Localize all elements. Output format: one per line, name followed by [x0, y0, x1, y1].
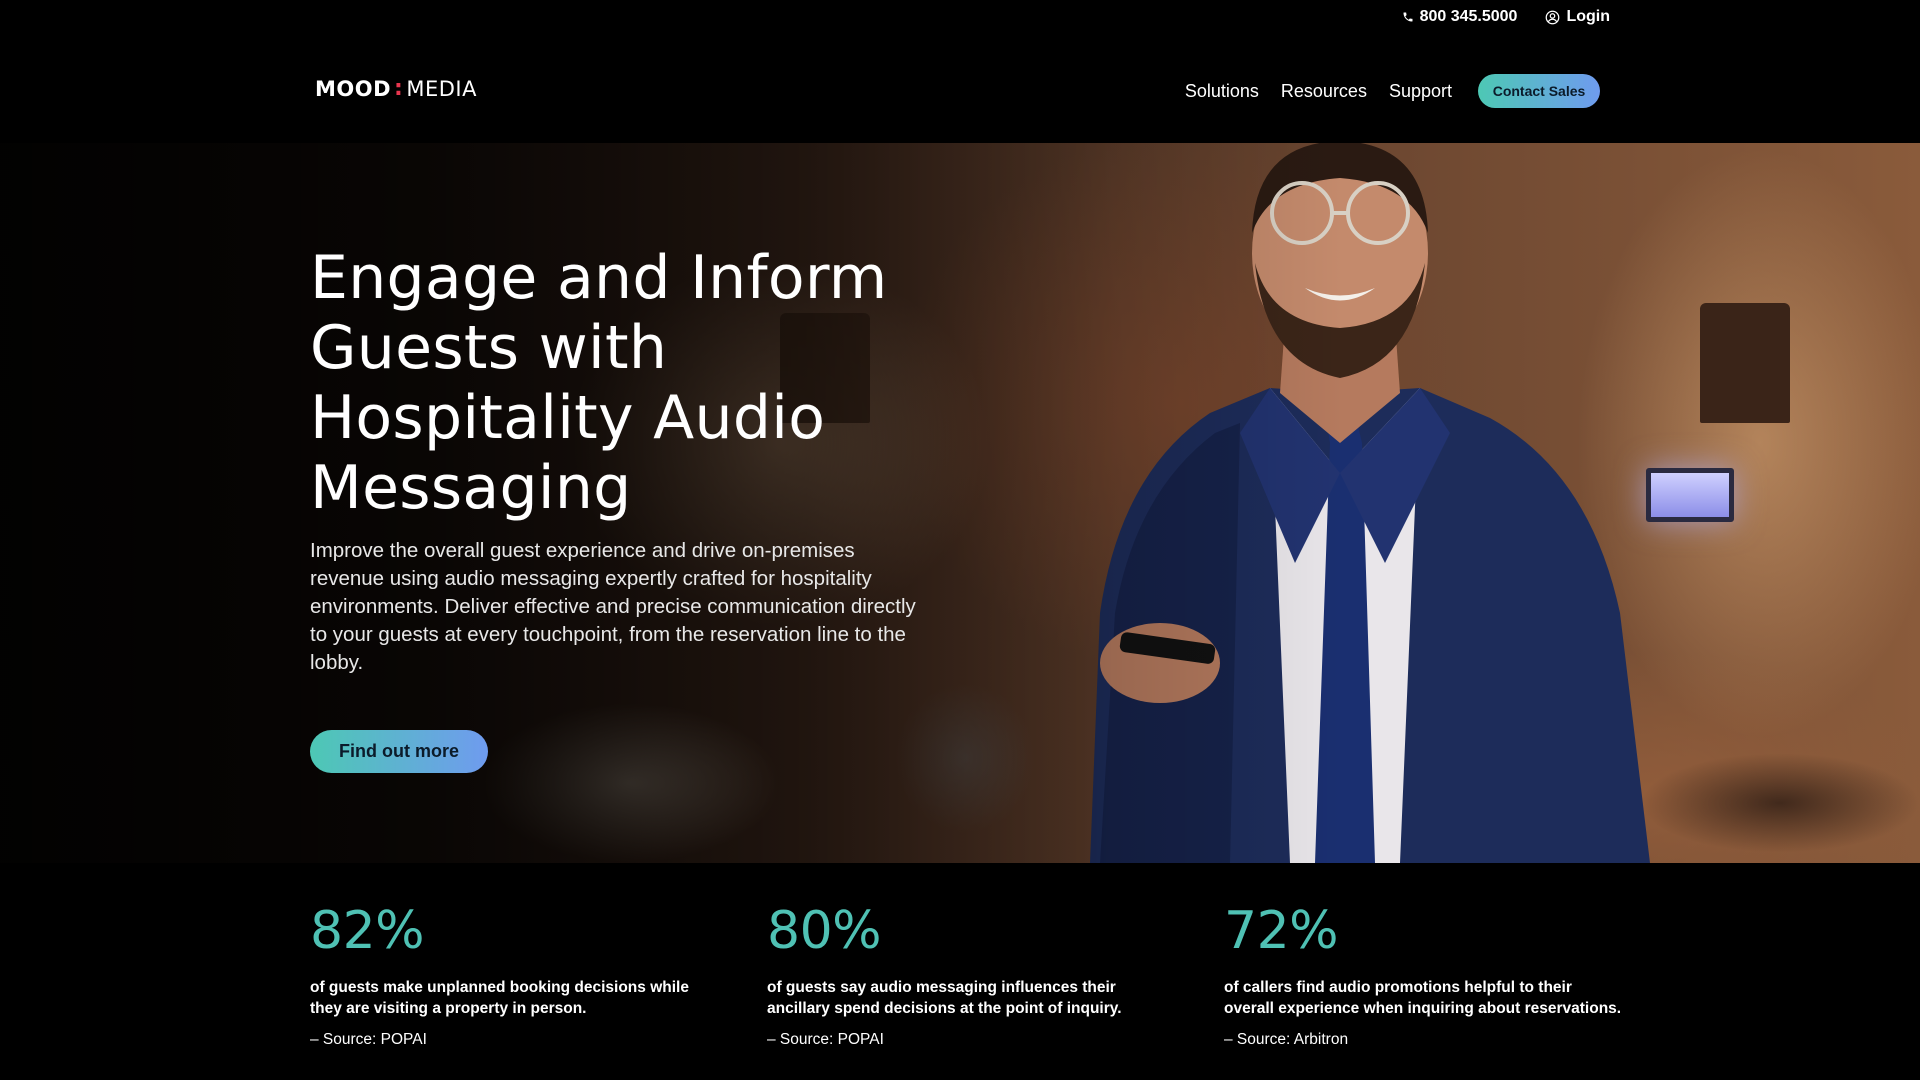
login-link[interactable]: Login: [1545, 8, 1610, 26]
site-header: MOOD : MEDIA Solutions Resources Support…: [0, 34, 1920, 143]
hero-title-line: Messaging: [310, 453, 632, 523]
nav-resources[interactable]: Resources: [1281, 81, 1367, 102]
phone-icon: [1402, 11, 1414, 23]
login-label: Login: [1566, 8, 1610, 25]
stats-section: 82% of guests make unplanned booking dec…: [0, 863, 1920, 1080]
logo-media: MEDIA: [406, 76, 477, 101]
stat-description: of callers find audio promotions helpful…: [1224, 979, 1622, 1017]
nav-solutions[interactable]: Solutions: [1185, 81, 1259, 102]
user-icon: [1545, 10, 1560, 25]
stat-item: 82% of guests make unplanned booking dec…: [310, 903, 710, 1049]
logo-mood: MOOD: [315, 76, 392, 101]
stat-source: – Source: POPAI: [310, 1031, 427, 1048]
stat-source: – Source: Arbitron: [1224, 1031, 1349, 1048]
stat-value: 72%: [1224, 901, 1339, 961]
hero-description: Improve the overall guest experience and…: [310, 539, 916, 674]
contact-sales-button[interactable]: Contact Sales: [1478, 74, 1600, 108]
utility-bar: 800 345.5000 Login: [0, 0, 1920, 34]
hero-title-line: Hospitality Audio: [310, 383, 826, 453]
hero-title-line: Guests with: [310, 313, 668, 383]
mood-media-logo[interactable]: MOOD : MEDIA: [315, 76, 477, 101]
hero-title: Engage and Inform Guests with Hospitalit…: [310, 243, 950, 523]
hero-section: Engage and Inform Guests with Hospitalit…: [0, 143, 1920, 863]
find-out-more-button[interactable]: Find out more: [310, 730, 488, 773]
stat-source: – Source: POPAI: [767, 1031, 884, 1048]
phone-link[interactable]: 800 345.5000: [1402, 8, 1518, 26]
stat-description: of guests make unplanned booking decisio…: [310, 979, 689, 1017]
stat-value: 82%: [310, 901, 425, 961]
logo-separator: :: [394, 76, 404, 101]
utility-links: 800 345.5000 Login: [1402, 0, 1610, 34]
phone-number: 800 345.5000: [1419, 8, 1518, 25]
stat-description: of guests say audio messaging influences…: [767, 979, 1122, 1017]
stat-value: 80%: [767, 901, 882, 961]
stat-item: 72% of callers find audio promotions hel…: [1224, 903, 1624, 1049]
nav-support[interactable]: Support: [1389, 81, 1452, 102]
main-nav: Solutions Resources Support Contact Sale…: [1185, 74, 1600, 108]
hero-content: Engage and Inform Guests with Hospitalit…: [310, 243, 950, 677]
hero-overlay: [0, 143, 1920, 863]
hero-title-line: Engage and Inform: [310, 243, 888, 313]
stat-item: 80% of guests say audio messaging influe…: [767, 903, 1167, 1049]
